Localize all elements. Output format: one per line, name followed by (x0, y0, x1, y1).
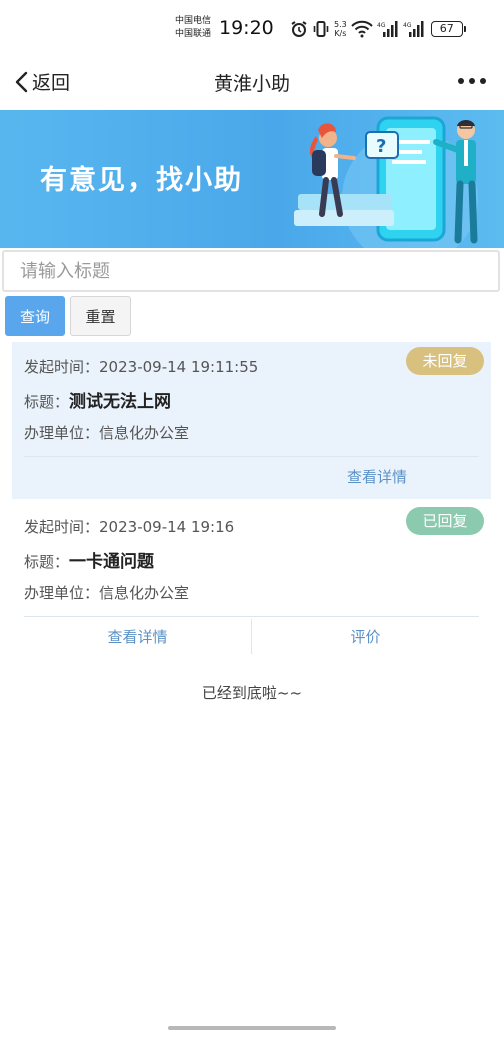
reset-button[interactable]: 重置 (70, 296, 131, 336)
end-of-list-text: 已经到底啦~~ (201, 684, 303, 702)
search-input[interactable] (4, 252, 498, 290)
more-options-icon[interactable] (458, 78, 486, 84)
status-badge: 已回复 (406, 507, 484, 535)
nav-bar: 返回 黄淮小助 (0, 56, 504, 108)
banner-illustration: ? (294, 116, 478, 248)
signal-4g-icon-2: 4G (403, 21, 424, 37)
time-label: 发起时间： (24, 518, 100, 536)
banner: 有意见，找小助 ? (0, 110, 504, 248)
home-indicator[interactable] (168, 1026, 336, 1030)
status-bar: 中国电信 中国联通 19:20 5.3 K/s 4G 4G 67 (0, 0, 504, 56)
item-actions: 查看详情 评价 (24, 616, 479, 656)
status-time: 19:20 (219, 17, 274, 39)
unit-label: 办理单位： (24, 584, 100, 602)
item-time: 2023-09-14 19:16 (99, 518, 235, 536)
vibrate-icon (313, 21, 329, 37)
status-badge: 未回复 (406, 347, 484, 375)
unit-label: 办理单位： (24, 424, 100, 442)
query-button[interactable]: 查询 (5, 296, 65, 336)
system-icons: 5.3 K/s 4G 4G 67 (290, 18, 466, 40)
item-time-row: 发起时间：2023-09-14 19:11:55 (24, 356, 258, 377)
item-title: 测试无法上网 (69, 392, 172, 412)
item-actions: 查看详情 (24, 456, 479, 496)
carrier-1: 中国电信 (175, 16, 212, 26)
signal-4g-icon: 4G (377, 21, 398, 37)
svg-text:?: ? (376, 136, 386, 157)
view-details-button[interactable]: 查看详情 (24, 457, 479, 496)
item-unit-row: 办理单位：信息化办公室 (24, 422, 189, 443)
item-title-row: 标题：测试无法上网 (24, 387, 171, 412)
carrier-names: 中国电信 中国联通 (175, 15, 211, 41)
item-time-row: 发起时间：2023-09-14 19:16 (24, 516, 234, 537)
evaluate-button[interactable]: 评价 (252, 617, 479, 656)
time-label: 发起时间： (24, 358, 100, 376)
page-title: 黄淮小助 (213, 73, 290, 95)
wifi-icon (351, 20, 373, 38)
title-label: 标题： (24, 393, 70, 411)
title-label: 标题： (24, 553, 70, 571)
item-title-row: 标题：一卡通问题 (24, 547, 154, 572)
alarm-icon (291, 21, 307, 37)
view-details-button[interactable]: 查看详情 (24, 617, 251, 656)
svg-text:4G: 4G (403, 22, 412, 29)
net-speed: 5.3 K/s (334, 20, 347, 38)
item-unit: 信息化办公室 (99, 424, 190, 442)
item-unit: 信息化办公室 (99, 584, 190, 602)
item-title: 一卡通问题 (69, 552, 155, 572)
battery-icon: 67 (430, 21, 466, 37)
carrier-2: 中国联通 (175, 29, 212, 39)
item-unit-row: 办理单位：信息化办公室 (24, 582, 189, 603)
list-item: 已回复 发起时间：2023-09-14 19:16 标题：一卡通问题 办理单位：… (12, 502, 491, 654)
svg-text:4G: 4G (377, 22, 386, 29)
list-item: 未回复 发起时间：2023-09-14 19:11:55 标题：测试无法上网 办… (12, 342, 491, 499)
item-time: 2023-09-14 19:11:55 (99, 358, 259, 376)
banner-slogan: 有意见，找小助 (40, 165, 243, 196)
search-box (2, 250, 500, 292)
